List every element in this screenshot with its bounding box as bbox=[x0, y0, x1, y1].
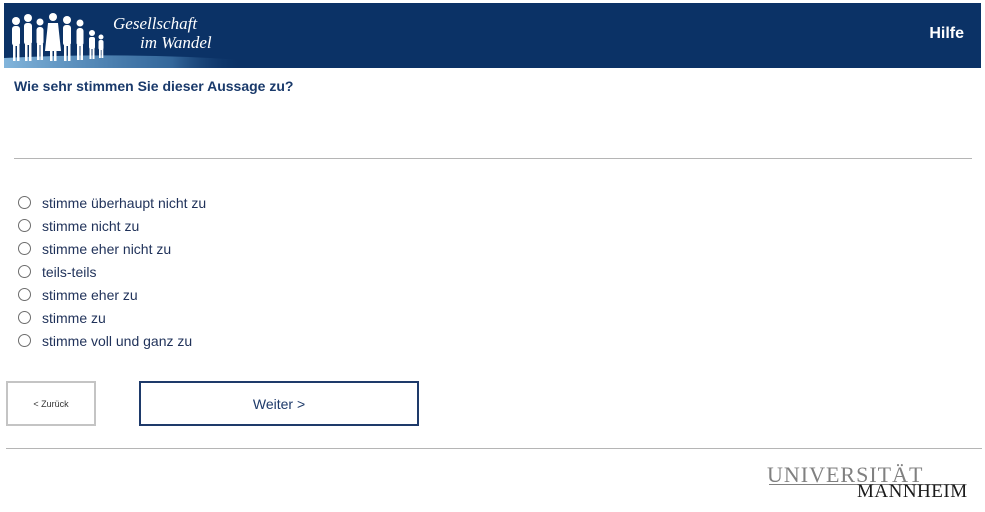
option-2[interactable]: stimme nicht zu bbox=[18, 214, 206, 237]
option-6[interactable]: stimme zu bbox=[18, 306, 206, 329]
brand-line-2: im Wandel bbox=[140, 33, 212, 52]
option-3[interactable]: stimme eher nicht zu bbox=[18, 237, 206, 260]
option-label: stimme eher zu bbox=[42, 286, 138, 303]
option-label: stimme zu bbox=[42, 309, 106, 326]
answer-options: stimme überhaupt nicht zu stimme nicht z… bbox=[18, 191, 206, 352]
help-link[interactable]: Hilfe bbox=[929, 25, 964, 43]
radio-button[interactable] bbox=[18, 196, 31, 209]
radio-button[interactable] bbox=[18, 311, 31, 324]
logo-line-2: MANNHEIM bbox=[857, 481, 968, 502]
option-label: stimme voll und ganz zu bbox=[42, 332, 193, 349]
option-5[interactable]: stimme eher zu bbox=[18, 283, 206, 306]
question-divider bbox=[14, 158, 972, 159]
question-text: Wie sehr stimmen Sie dieser Aussage zu? bbox=[14, 78, 294, 94]
option-7[interactable]: stimme voll und ganz zu bbox=[18, 329, 206, 352]
next-button[interactable]: Weiter > bbox=[139, 381, 419, 426]
option-1[interactable]: stimme überhaupt nicht zu bbox=[18, 191, 206, 214]
radio-button[interactable] bbox=[18, 265, 31, 278]
radio-button[interactable] bbox=[18, 242, 31, 255]
back-button[interactable]: < Zurück bbox=[6, 381, 96, 426]
footer-divider bbox=[6, 448, 982, 449]
option-label: stimme nicht zu bbox=[42, 217, 140, 234]
option-label: teils-teils bbox=[42, 263, 97, 280]
brand-title: Gesellschaft im Wandel bbox=[112, 14, 212, 52]
radio-button[interactable] bbox=[18, 334, 31, 347]
option-4[interactable]: teils-teils bbox=[18, 260, 206, 283]
radio-button[interactable] bbox=[18, 288, 31, 301]
option-label: stimme überhaupt nicht zu bbox=[42, 194, 207, 211]
brand-line-1: Gesellschaft bbox=[113, 14, 198, 33]
people-silhouettes-icon bbox=[12, 13, 104, 61]
site-header: Gesellschaft im Wandel Hilfe bbox=[4, 3, 981, 68]
option-label: stimme eher nicht zu bbox=[42, 240, 172, 257]
radio-button[interactable] bbox=[18, 219, 31, 232]
university-logo: UNIVERSITÄT MANNHEIM bbox=[767, 464, 969, 502]
